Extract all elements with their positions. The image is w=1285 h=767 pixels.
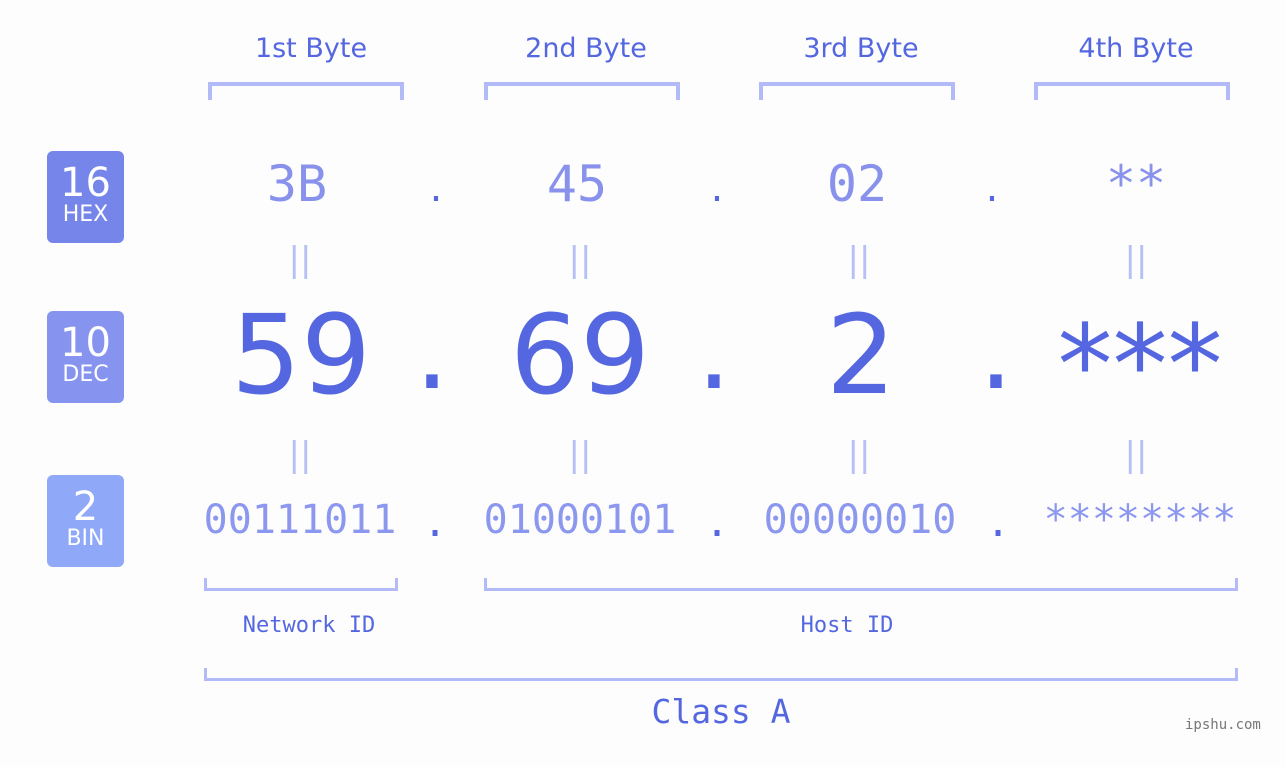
watermark: ipshu.com bbox=[1185, 717, 1261, 733]
bin-dot-1: . bbox=[422, 500, 448, 546]
dec-label: DEC bbox=[62, 362, 109, 387]
hex-byte-3: 02 bbox=[826, 155, 888, 213]
hex-dot-1: . bbox=[429, 165, 443, 211]
byte-header-2: 2nd Byte bbox=[525, 33, 647, 64]
equals-sign: || bbox=[288, 435, 312, 475]
byte-bracket-2 bbox=[484, 82, 680, 100]
byte-bracket-1 bbox=[208, 82, 404, 100]
equals-sign: || bbox=[1124, 240, 1148, 280]
dec-dot-2: . bbox=[696, 286, 732, 414]
hex-badge: 16 HEX bbox=[47, 151, 124, 243]
bin-label: BIN bbox=[66, 526, 105, 551]
bin-byte-4: ******** bbox=[1043, 497, 1237, 543]
hex-byte-2: 45 bbox=[546, 155, 608, 213]
bin-badge: 2 BIN bbox=[47, 475, 124, 567]
byte-header-1: 1st Byte bbox=[254, 33, 368, 64]
dec-byte-1: 59 bbox=[231, 291, 371, 419]
hex-label: HEX bbox=[62, 202, 109, 227]
dec-base: 10 bbox=[60, 320, 111, 366]
dec-byte-3: 2 bbox=[826, 291, 896, 419]
class-bracket bbox=[204, 668, 1238, 681]
hex-byte-1: 3B bbox=[266, 155, 328, 213]
host-bracket bbox=[484, 578, 1238, 591]
byte-bracket-3 bbox=[759, 82, 955, 100]
equals-sign: || bbox=[847, 435, 871, 475]
dec-byte-4: *** bbox=[1057, 301, 1223, 429]
equals-sign: || bbox=[847, 240, 871, 280]
network-id-label: Network ID bbox=[242, 613, 376, 638]
bin-dot-3: . bbox=[985, 500, 1011, 546]
dec-dot-1: . bbox=[414, 286, 450, 414]
dec-badge: 10 DEC bbox=[47, 311, 124, 403]
bin-byte-1: 00111011 bbox=[203, 497, 397, 543]
bin-byte-3: 00000010 bbox=[763, 497, 957, 543]
byte-header-3: 3rd Byte bbox=[803, 33, 919, 64]
equals-sign: || bbox=[568, 435, 592, 475]
hex-base: 16 bbox=[60, 160, 111, 206]
dec-byte-2: 69 bbox=[510, 291, 650, 419]
byte-header-4: 4th Byte bbox=[1078, 33, 1194, 64]
equals-sign: || bbox=[288, 240, 312, 280]
bin-dot-2: . bbox=[704, 500, 730, 546]
hex-byte-4: ** bbox=[1105, 155, 1167, 213]
bin-byte-2: 01000101 bbox=[483, 497, 677, 543]
dec-dot-3: . bbox=[978, 286, 1014, 414]
host-id-label: Host ID bbox=[800, 613, 894, 638]
byte-bracket-4 bbox=[1034, 82, 1230, 100]
hex-dot-3: . bbox=[985, 165, 999, 211]
bin-base: 2 bbox=[72, 484, 99, 530]
class-label: Class A bbox=[651, 692, 791, 731]
equals-sign: || bbox=[568, 240, 592, 280]
hex-dot-2: . bbox=[710, 165, 724, 211]
equals-sign: || bbox=[1124, 435, 1148, 475]
network-bracket bbox=[204, 578, 398, 591]
